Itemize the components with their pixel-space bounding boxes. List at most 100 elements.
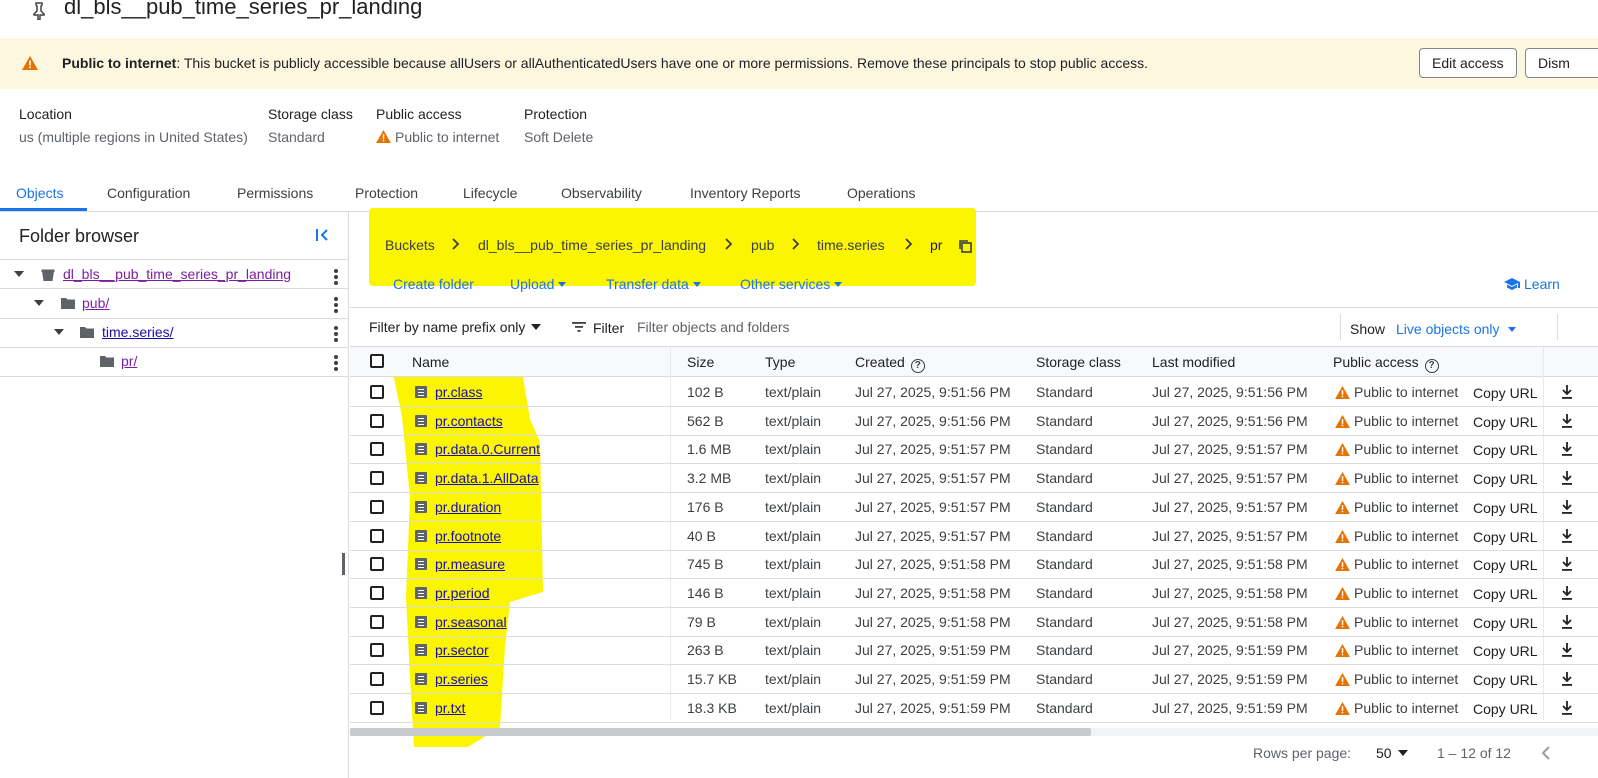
column-created[interactable]: Created? [855, 354, 925, 373]
more-vert-icon[interactable] [334, 269, 338, 285]
tab-lifecycle[interactable]: Lifecycle [463, 185, 517, 201]
row-checkbox[interactable] [370, 585, 384, 600]
download-icon[interactable] [1562, 385, 1572, 399]
table-row[interactable]: pr.data.0.Current 1.6 MB text/plain Jul 27,… [350, 435, 1598, 465]
copy-url-button[interactable]: Copy URL [1473, 500, 1538, 516]
tree-item-label[interactable]: time.series/ [102, 324, 174, 340]
copy-url-button[interactable]: Copy URL [1473, 557, 1538, 573]
tree-item-pub[interactable]: pub/ [0, 289, 349, 319]
tree-item-label[interactable]: dl_bls__pub_time_series_pr_landing [63, 266, 291, 282]
filter-prefix-select[interactable]: Filter by name prefix only [369, 319, 542, 335]
table-row[interactable]: pr.footnote 40 B text/plain Jul 27, 2025, 9… [350, 522, 1598, 551]
table-row[interactable]: pr.series 15.7 KB text/plain Jul 27, 2025, … [350, 665, 1598, 694]
object-name-link[interactable]: pr.data.1.AllData [435, 470, 539, 486]
row-checkbox[interactable] [370, 557, 384, 572]
object-name-link[interactable]: pr.measure [435, 556, 505, 572]
object-name-link[interactable]: pr.class [435, 384, 482, 400]
object-name-link[interactable]: pr.series [435, 671, 488, 687]
row-checkbox[interactable] [370, 614, 384, 629]
row-checkbox[interactable] [370, 528, 384, 543]
column-name[interactable]: Name [412, 354, 449, 370]
horizontal-scrollbar[interactable] [350, 728, 1091, 736]
download-icon[interactable] [1562, 499, 1572, 514]
column-type[interactable]: Type [765, 354, 795, 370]
tree-item-time-series[interactable]: time.series/ [0, 318, 349, 348]
copy-url-button[interactable]: Copy URL [1473, 643, 1538, 659]
object-name-link[interactable]: pr.seasonal [435, 614, 507, 630]
breadcrumb-time-series[interactable]: time.series [817, 237, 885, 253]
select-all-checkbox[interactable] [370, 354, 384, 368]
download-icon[interactable] [1562, 557, 1572, 571]
tab-configuration[interactable]: Configuration [107, 185, 190, 201]
copy-url-button[interactable]: Copy URL [1473, 385, 1538, 401]
tree-item-pr[interactable]: pr/ [0, 347, 349, 377]
copy-url-button[interactable]: Copy URL [1473, 442, 1538, 458]
column-size[interactable]: Size [687, 354, 714, 370]
tree-item-label[interactable]: pr/ [121, 353, 137, 369]
more-vert-icon[interactable] [334, 297, 338, 313]
collapse-panel-icon[interactable] [314, 227, 330, 243]
download-icon[interactable] [1562, 614, 1572, 629]
table-row[interactable]: pr.period 146 B text/plain Jul 27, 2025, 9:… [350, 579, 1598, 608]
tab-observability[interactable]: Observability [561, 185, 642, 201]
download-icon[interactable] [1562, 643, 1572, 658]
row-checkbox[interactable] [370, 700, 384, 715]
object-name-link[interactable]: pr.duration [435, 499, 501, 515]
table-row[interactable]: pr.measure 745 B text/plain Jul 27, 2025, 9… [350, 550, 1598, 580]
row-checkbox[interactable] [370, 471, 384, 486]
breadcrumb-bucket[interactable]: dl_bls__pub_time_series_pr_landing [478, 237, 706, 253]
row-checkbox[interactable] [370, 413, 384, 428]
transfer-data-button[interactable]: Transfer data [606, 276, 701, 292]
tab-inventory-reports[interactable]: Inventory Reports [690, 185, 801, 201]
copy-url-button[interactable]: Copy URL [1473, 615, 1538, 631]
show-select[interactable]: Live objects only [1396, 321, 1516, 337]
copy-url-button[interactable]: Copy URL [1473, 586, 1538, 602]
table-row[interactable]: pr.class 102 B text/plain Jul 27, 2025, 9:5… [350, 378, 1598, 407]
table-row[interactable]: pr.contacts 562 B text/plain Jul 27, 2025, … [350, 407, 1598, 436]
object-name-link[interactable]: pr.period [435, 585, 489, 601]
download-icon[interactable] [1562, 672, 1572, 686]
object-name-link[interactable]: pr.footnote [435, 528, 501, 544]
copy-url-button[interactable]: Copy URL [1473, 672, 1538, 688]
table-row[interactable]: pr.data.1.AllData 3.2 MB text/plain Jul 27,… [350, 464, 1598, 494]
breadcrumb-buckets[interactable]: Buckets [385, 237, 435, 253]
tab-protection[interactable]: Protection [355, 185, 418, 201]
help-icon[interactable]: ? [910, 359, 925, 373]
copy-url-button[interactable]: Copy URL [1473, 414, 1538, 430]
more-vert-icon[interactable] [334, 326, 338, 342]
row-checkbox[interactable] [370, 499, 384, 514]
other-services-button[interactable]: Other services [740, 276, 843, 292]
tree-item-bucket[interactable]: dl_bls__pub_time_series_pr_landing [0, 259, 349, 289]
copy-url-button[interactable]: Copy URL [1473, 701, 1538, 717]
table-row[interactable]: pr.sector 263 B text/plain Jul 27, 2025, 9:… [350, 636, 1598, 666]
tab-permissions[interactable]: Permissions [237, 185, 313, 201]
breadcrumb-pub[interactable]: pub [751, 237, 774, 253]
edit-access-button[interactable]: Edit access [1419, 48, 1517, 78]
rows-per-page-select[interactable]: 50 [1376, 745, 1408, 761]
copy-url-button[interactable]: Copy URL [1473, 529, 1538, 545]
object-name-link[interactable]: pr.txt [435, 700, 465, 716]
more-vert-icon[interactable] [334, 355, 338, 371]
help-icon[interactable]: ? [1424, 359, 1439, 373]
object-name-link[interactable]: pr.contacts [435, 413, 503, 429]
download-icon[interactable] [1562, 442, 1572, 457]
row-checkbox[interactable] [370, 672, 384, 686]
dismiss-button[interactable]: Dism [1525, 48, 1598, 78]
resize-handle[interactable] [342, 553, 345, 575]
table-row[interactable]: pr.seasonal 79 B text/plain Jul 27, 2025, 9… [350, 608, 1598, 637]
chevron-left-icon[interactable] [1541, 746, 1551, 760]
learn-button[interactable]: Learn [1504, 276, 1560, 292]
upload-button[interactable]: Upload [510, 276, 567, 292]
table-row[interactable]: pr.duration 176 B text/plain Jul 27, 2025, … [350, 493, 1598, 522]
object-name-link[interactable]: pr.sector [435, 642, 489, 658]
create-folder-button[interactable]: Create folder [393, 276, 474, 292]
caret-down-icon[interactable] [14, 271, 24, 277]
copy-icon[interactable] [958, 239, 972, 253]
column-storage-class[interactable]: Storage class [1036, 354, 1121, 370]
download-icon[interactable] [1562, 585, 1572, 600]
download-icon[interactable] [1562, 528, 1572, 543]
tab-objects[interactable]: Objects [16, 185, 63, 201]
download-icon[interactable] [1562, 471, 1572, 485]
column-public-access[interactable]: Public access? [1333, 354, 1439, 373]
download-icon[interactable] [1562, 413, 1572, 428]
